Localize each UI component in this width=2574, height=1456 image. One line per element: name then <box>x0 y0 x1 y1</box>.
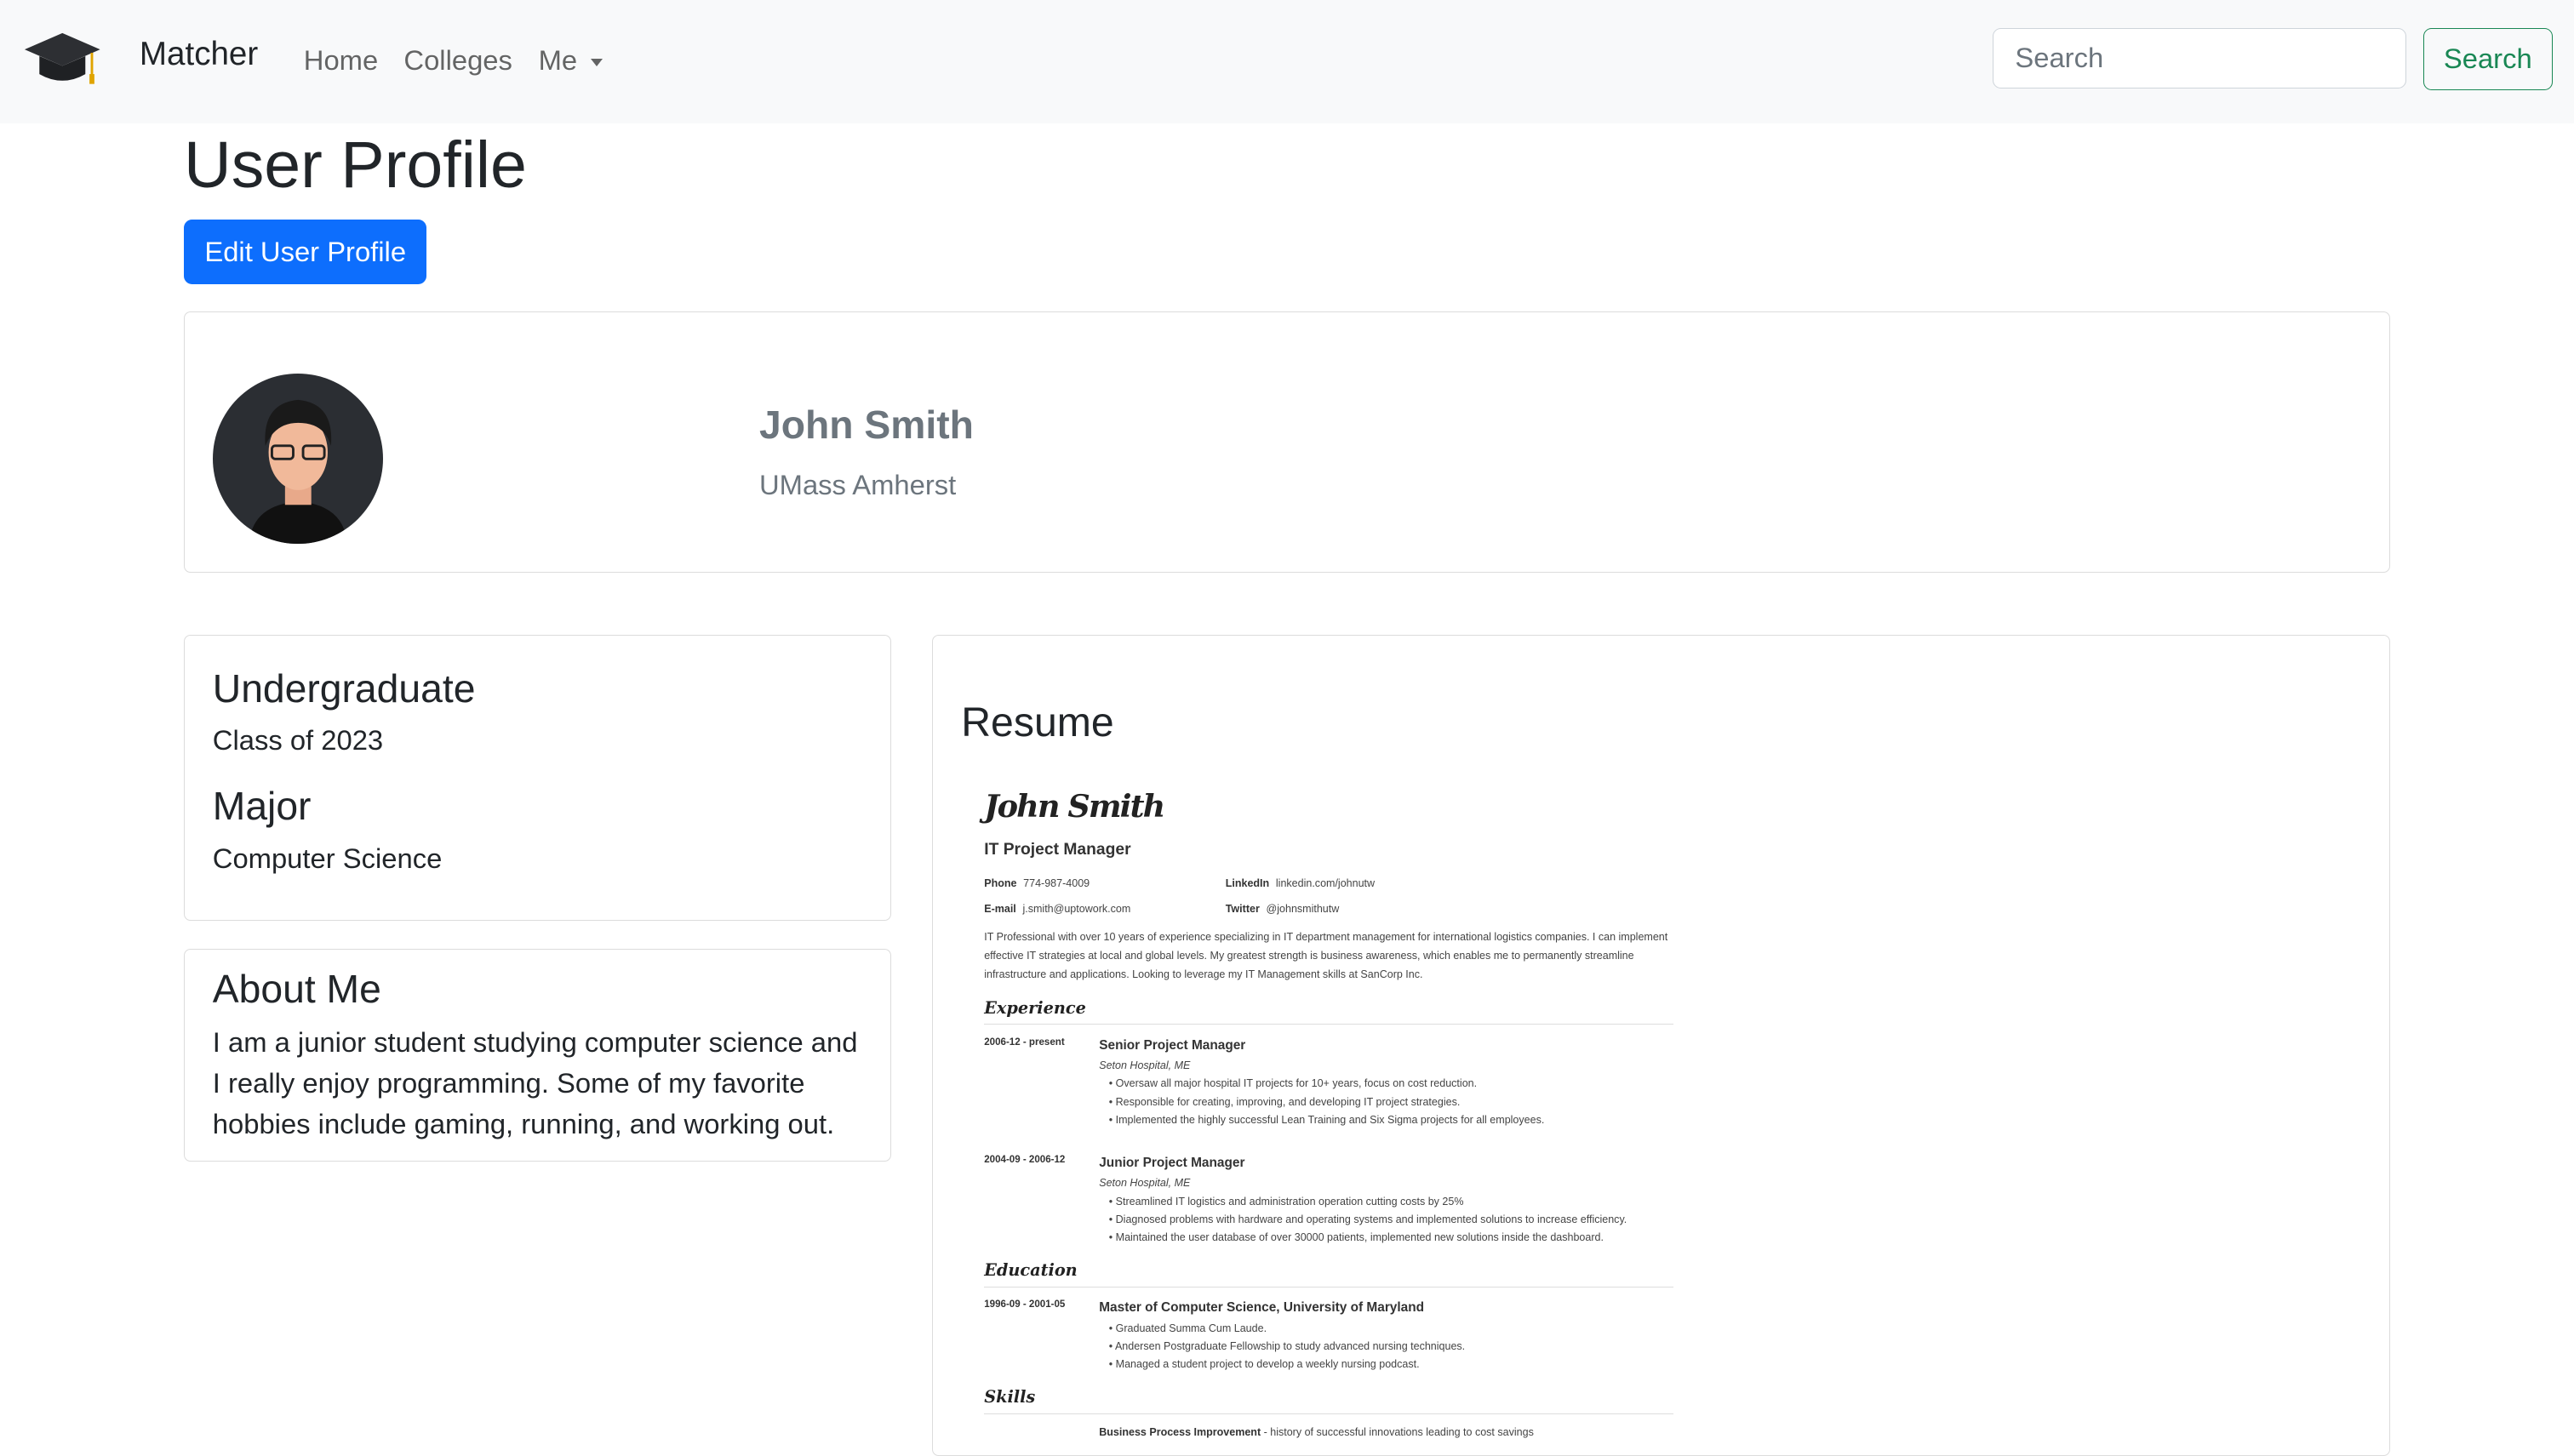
resume-summary: IT Professional with over 10 years of ex… <box>984 931 1668 981</box>
chevron-down-icon <box>590 58 603 66</box>
job-location: Seton Hospital, ME <box>1099 1059 1191 1072</box>
resume-card: Resume John Smith IT Project Manager Pho… <box>932 635 2391 1456</box>
major-heading: Major <box>212 784 312 829</box>
education-bullet: Managed a student project to develop a w… <box>1109 1356 1673 1373</box>
skill-desc: - history of successful innovations lead… <box>1261 1426 1534 1439</box>
education-entry: 1996-09 - 2001-05 Master of Computer Sci… <box>984 1297 1673 1373</box>
resume-contact: Phone 774-987-4009 LinkedIn linkedin.com/j… <box>984 875 1673 919</box>
search-button[interactable]: Search <box>2422 27 2553 91</box>
education-bullet: Graduated Summa Cum Laude. <box>1109 1320 1673 1338</box>
experience-entry: 2004-09 - 2006-12 Junior Project Manager… <box>984 1152 1673 1247</box>
experience-entry: 2006-12 - present Senior Project Manager… <box>984 1035 1673 1129</box>
academics-card: Undergraduate Class of 2023 Major Comput… <box>184 635 892 921</box>
job-title: Junior Project Manager <box>1099 1156 1245 1171</box>
job-bullet: Diagnosed problems with hardware and ope… <box>1109 1211 1673 1229</box>
search-input[interactable] <box>1993 27 2407 89</box>
linkedin-label: LinkedIn <box>1225 876 1270 889</box>
nav-home[interactable]: Home <box>304 44 378 77</box>
about-text: I am a junior student studying computer … <box>212 1025 858 1139</box>
phone-label: Phone <box>984 876 1017 889</box>
education-title: Master of Computer Science, University o… <box>1099 1300 1425 1316</box>
about-card: About Me I am a junior student studying … <box>184 948 892 1162</box>
job-bullet: Maintained the user database of over 300… <box>1109 1229 1673 1247</box>
job-bullet: Implemented the highly successful Lean T… <box>1109 1111 1673 1129</box>
experience-heading: Experience <box>984 995 1674 1025</box>
resume-name: John Smith <box>984 788 1165 825</box>
brand-name[interactable]: Matcher <box>140 36 258 73</box>
nav-me-label: Me <box>538 44 578 77</box>
skill-name: Business Process Improvement <box>1099 1426 1261 1439</box>
twitter-label: Twitter <box>1225 903 1260 916</box>
nav-me-dropdown[interactable]: Me <box>539 44 603 77</box>
page-title: User Profile <box>184 128 527 203</box>
avatar <box>212 373 384 545</box>
job-bullet: Oversaw all major hospital IT projects f… <box>1109 1075 1673 1093</box>
email: j.smith@uptowork.com <box>1022 903 1131 916</box>
phone: 774-987-4009 <box>1023 876 1090 889</box>
linkedin: linkedin.com/johnutw <box>1275 876 1376 889</box>
education-date: 1996-09 - 2001-05 <box>984 1299 1066 1310</box>
edit-profile-button[interactable]: Edit User Profile <box>184 220 427 284</box>
job-bullet: Streamlined IT logistics and administrat… <box>1109 1193 1673 1211</box>
twitter: @johnsmithutw <box>1266 903 1340 916</box>
major-value: Computer Science <box>212 842 443 874</box>
job-bullet: Responsible for creating, improving, and… <box>1109 1093 1673 1111</box>
profile-card: John Smith UMass Amherst <box>184 311 2391 574</box>
profile-school: UMass Amherst <box>759 468 957 500</box>
nav-colleges[interactable]: Colleges <box>403 44 512 77</box>
job-date: 2004-09 - 2006-12 <box>984 1155 1066 1166</box>
level-heading: Undergraduate <box>212 666 476 711</box>
email-label: E-mail <box>984 903 1016 916</box>
job-date: 2006-12 - present <box>984 1036 1065 1048</box>
job-location: Seton Hospital, ME <box>1099 1177 1191 1190</box>
education-heading: Education <box>984 1257 1674 1288</box>
graduation-cap-logo-icon[interactable] <box>23 30 102 89</box>
skills-heading: Skills <box>984 1384 1674 1414</box>
skill-entry: Business Process Improvement - history o… <box>984 1424 1673 1442</box>
resume-document[interactable]: John Smith IT Project Manager Phone 774-9… <box>984 780 1674 1442</box>
job-title: Senior Project Manager <box>1099 1037 1246 1053</box>
navbar: Matcher Home Colleges Me Search <box>0 0 2574 123</box>
profile-name: John Smith <box>759 402 974 447</box>
education-bullet: Andersen Postgraduate Fellowship to stud… <box>1109 1338 1673 1356</box>
about-heading: About Me <box>212 967 381 1011</box>
class-year: Class of 2023 <box>212 724 384 757</box>
resume-title: IT Project Manager <box>984 841 1131 859</box>
resume-heading: Resume <box>961 699 1114 745</box>
